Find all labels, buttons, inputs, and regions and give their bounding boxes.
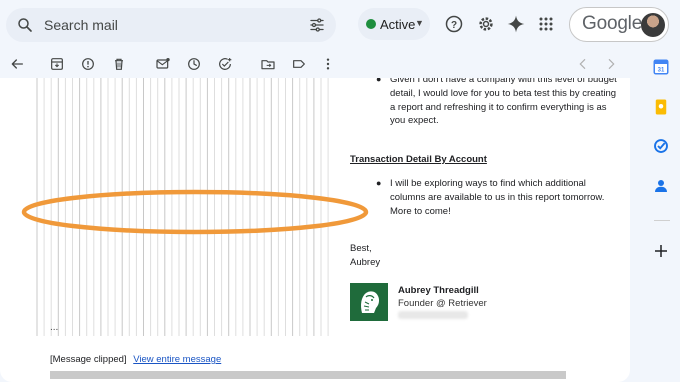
archive-icon[interactable]	[49, 56, 65, 72]
keep-icon[interactable]	[652, 98, 670, 116]
gemini-icon[interactable]	[506, 14, 526, 34]
annotation-oval	[21, 189, 369, 235]
status-dot	[366, 19, 376, 29]
section-heading: Transaction Detail By Account	[350, 154, 487, 165]
clipped-label: [Message clipped]	[50, 354, 127, 365]
snooze-icon[interactable]	[186, 56, 202, 72]
tune-icon[interactable]	[308, 16, 326, 34]
chevron-down-icon: ▼	[415, 18, 424, 28]
tasks-icon[interactable]	[652, 137, 670, 155]
more-icon[interactable]	[320, 56, 336, 72]
closing-line: Best,	[350, 243, 372, 254]
svg-text:31: 31	[658, 68, 665, 74]
avatar[interactable]	[641, 13, 665, 37]
status-selector[interactable]: Active ▼	[358, 8, 430, 40]
search-input[interactable]: Search mail	[44, 17, 118, 33]
view-entire-message-link[interactable]: View entire message	[133, 354, 221, 365]
bullet-text: I will be exploring ways to find which a…	[390, 178, 605, 217]
account-switcher[interactable]: Google	[569, 7, 669, 42]
sender-name: Aubrey	[350, 257, 381, 268]
add-task-icon[interactable]	[217, 56, 233, 72]
signature-role: Founder @ Retriever	[398, 298, 487, 309]
svg-text:?: ?	[451, 20, 457, 31]
label-icon[interactable]	[291, 56, 307, 72]
clipped-notice: [Message clipped] View entire message	[50, 354, 221, 365]
status-label: Active	[380, 17, 416, 32]
bullet-text: Given I don't have a company with this l…	[390, 78, 617, 127]
contacts-icon[interactable]	[652, 177, 670, 195]
mark-unread-icon[interactable]	[155, 56, 171, 72]
google-logo: Google	[582, 13, 643, 34]
move-to-icon[interactable]	[260, 56, 276, 72]
apps-icon[interactable]	[536, 14, 556, 34]
retriever-logo-icon	[350, 283, 388, 321]
delete-icon[interactable]	[111, 56, 127, 72]
horizontal-scrollbar[interactable]	[50, 371, 566, 379]
calendar-icon[interactable]: 31	[652, 58, 670, 76]
search-bar[interactable]: Search mail	[6, 8, 336, 42]
trimmed-content-ellipsis[interactable]: ...	[50, 322, 58, 333]
next-icon[interactable]	[603, 56, 619, 72]
search-icon[interactable]	[16, 16, 34, 34]
signature-name: Aubrey Threadgill	[398, 285, 479, 296]
redacted-contact	[398, 311, 468, 319]
side-panel-divider	[654, 220, 670, 221]
closing: Best, Aubrey	[350, 242, 380, 270]
help-icon[interactable]: ?	[444, 14, 464, 34]
prev-icon[interactable]	[575, 56, 591, 72]
settings-icon[interactable]	[476, 14, 496, 34]
message-panel: ● Given I don't have a company with this…	[0, 78, 630, 382]
back-icon[interactable]	[9, 56, 25, 72]
report-spam-icon[interactable]	[80, 56, 96, 72]
add-icon[interactable]	[652, 242, 670, 260]
